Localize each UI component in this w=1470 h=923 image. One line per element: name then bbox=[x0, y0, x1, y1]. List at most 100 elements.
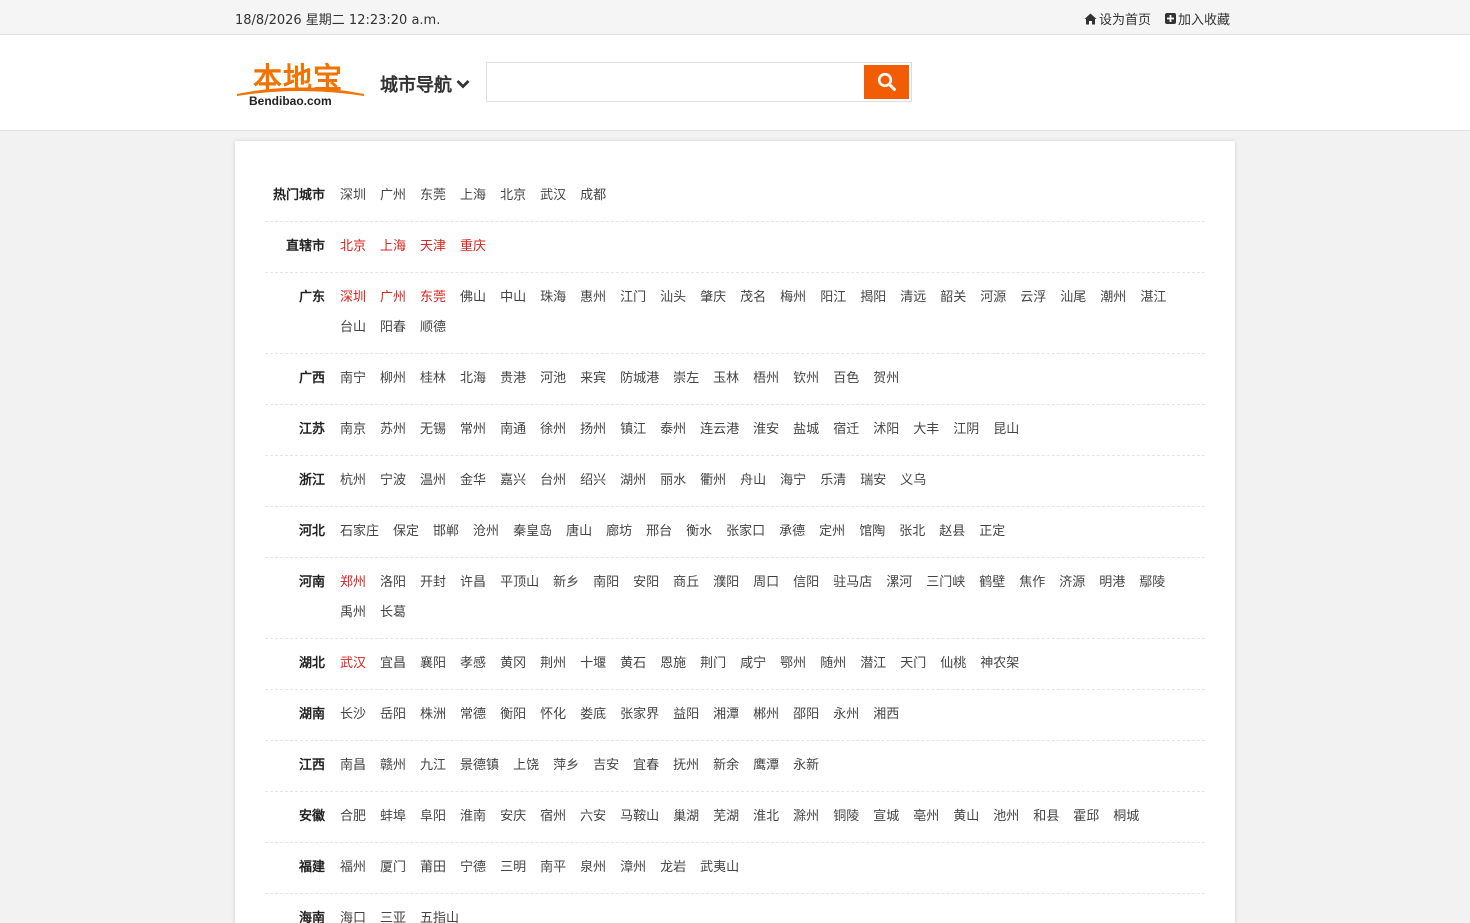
city-link[interactable]: 江门 bbox=[620, 283, 646, 313]
city-link[interactable]: 南阳 bbox=[593, 568, 619, 598]
city-link[interactable]: 平顶山 bbox=[500, 568, 539, 598]
city-link[interactable]: 阳江 bbox=[820, 283, 846, 313]
city-link[interactable]: 亳州 bbox=[913, 802, 939, 832]
city-link[interactable]: 荆门 bbox=[700, 649, 726, 679]
city-link[interactable]: 邵阳 bbox=[793, 700, 819, 730]
city-link[interactable]: 武夷山 bbox=[700, 853, 739, 883]
city-link[interactable]: 长沙 bbox=[340, 700, 366, 730]
city-link[interactable]: 贵港 bbox=[500, 364, 526, 394]
city-link[interactable]: 石家庄 bbox=[340, 517, 379, 547]
city-link[interactable]: 焦作 bbox=[1019, 568, 1045, 598]
city-link[interactable]: 梧州 bbox=[753, 364, 779, 394]
city-link[interactable]: 张家界 bbox=[620, 700, 659, 730]
city-link[interactable]: 咸宁 bbox=[740, 649, 766, 679]
city-link[interactable]: 玉林 bbox=[713, 364, 739, 394]
city-link[interactable]: 南平 bbox=[540, 853, 566, 883]
city-link[interactable]: 盐城 bbox=[793, 415, 819, 445]
city-link[interactable]: 揭阳 bbox=[860, 283, 886, 313]
city-link[interactable]: 淮南 bbox=[460, 802, 486, 832]
city-link[interactable]: 抚州 bbox=[673, 751, 699, 781]
city-link[interactable]: 台山 bbox=[340, 313, 366, 343]
city-link[interactable]: 东莞 bbox=[420, 283, 446, 313]
city-link[interactable]: 义乌 bbox=[900, 466, 926, 496]
city-link[interactable]: 绍兴 bbox=[580, 466, 606, 496]
city-link[interactable]: 泰州 bbox=[660, 415, 686, 445]
bookmark-link[interactable]: 加入收藏 bbox=[1164, 9, 1230, 28]
city-link[interactable]: 扬州 bbox=[580, 415, 606, 445]
city-link[interactable]: 赣州 bbox=[380, 751, 406, 781]
city-link[interactable]: 贺州 bbox=[873, 364, 899, 394]
city-link[interactable]: 漯河 bbox=[886, 568, 912, 598]
city-link[interactable]: 黄冈 bbox=[500, 649, 526, 679]
city-link[interactable]: 南京 bbox=[340, 415, 366, 445]
city-link[interactable]: 十堰 bbox=[580, 649, 606, 679]
city-link[interactable]: 永州 bbox=[833, 700, 859, 730]
city-link[interactable]: 百色 bbox=[833, 364, 859, 394]
city-link[interactable]: 新乡 bbox=[553, 568, 579, 598]
city-link[interactable]: 恩施 bbox=[660, 649, 686, 679]
city-link[interactable]: 南昌 bbox=[340, 751, 366, 781]
city-link[interactable]: 铜陵 bbox=[833, 802, 859, 832]
city-link[interactable]: 张北 bbox=[899, 517, 925, 547]
city-link[interactable]: 三明 bbox=[500, 853, 526, 883]
city-link[interactable]: 邯郸 bbox=[433, 517, 459, 547]
city-link[interactable]: 开封 bbox=[420, 568, 446, 598]
city-link[interactable]: 赵县 bbox=[939, 517, 965, 547]
city-link[interactable]: 沧州 bbox=[473, 517, 499, 547]
city-link[interactable]: 宜春 bbox=[633, 751, 659, 781]
city-link[interactable]: 永新 bbox=[793, 751, 819, 781]
search-button[interactable] bbox=[864, 65, 909, 99]
city-link[interactable]: 钦州 bbox=[793, 364, 819, 394]
city-link[interactable]: 连云港 bbox=[700, 415, 739, 445]
city-link[interactable]: 河源 bbox=[980, 283, 1006, 313]
city-link[interactable]: 茂名 bbox=[740, 283, 766, 313]
city-link[interactable]: 桐城 bbox=[1113, 802, 1139, 832]
city-link[interactable]: 武汉 bbox=[540, 181, 566, 211]
city-link[interactable]: 五指山 bbox=[420, 904, 459, 923]
city-link[interactable]: 黄石 bbox=[620, 649, 646, 679]
city-link[interactable]: 驻马店 bbox=[833, 568, 872, 598]
city-link[interactable]: 常德 bbox=[460, 700, 486, 730]
city-link[interactable]: 中山 bbox=[500, 283, 526, 313]
city-link[interactable]: 韶关 bbox=[940, 283, 966, 313]
city-link[interactable]: 东莞 bbox=[420, 181, 446, 211]
city-link[interactable]: 丽水 bbox=[660, 466, 686, 496]
city-link[interactable]: 济源 bbox=[1059, 568, 1085, 598]
city-link[interactable]: 马鞍山 bbox=[620, 802, 659, 832]
city-link[interactable]: 阜阳 bbox=[420, 802, 446, 832]
city-link[interactable]: 宿州 bbox=[540, 802, 566, 832]
city-link[interactable]: 郴州 bbox=[753, 700, 779, 730]
city-link[interactable]: 唐山 bbox=[566, 517, 592, 547]
city-link[interactable]: 鹤壁 bbox=[979, 568, 1005, 598]
city-link[interactable]: 北京 bbox=[500, 181, 526, 211]
city-link[interactable]: 芜湖 bbox=[713, 802, 739, 832]
city-link[interactable]: 萍乡 bbox=[553, 751, 579, 781]
city-link[interactable]: 鹰潭 bbox=[753, 751, 779, 781]
city-link[interactable]: 鄢陵 bbox=[1139, 568, 1165, 598]
city-link[interactable]: 福州 bbox=[340, 853, 366, 883]
city-link[interactable]: 海口 bbox=[340, 904, 366, 923]
city-link[interactable]: 宁波 bbox=[380, 466, 406, 496]
city-link[interactable]: 镇江 bbox=[620, 415, 646, 445]
city-link[interactable]: 梅州 bbox=[780, 283, 806, 313]
search-input[interactable] bbox=[487, 63, 863, 101]
city-link[interactable]: 黄山 bbox=[953, 802, 979, 832]
city-link[interactable]: 秦皇岛 bbox=[513, 517, 552, 547]
city-link[interactable]: 汕尾 bbox=[1060, 283, 1086, 313]
city-link[interactable]: 九江 bbox=[420, 751, 446, 781]
city-link[interactable]: 南通 bbox=[500, 415, 526, 445]
city-link[interactable]: 台州 bbox=[540, 466, 566, 496]
city-link[interactable]: 神农架 bbox=[980, 649, 1019, 679]
city-link[interactable]: 娄底 bbox=[580, 700, 606, 730]
city-link[interactable]: 馆陶 bbox=[859, 517, 885, 547]
city-link[interactable]: 吉安 bbox=[593, 751, 619, 781]
city-link[interactable]: 衡阳 bbox=[500, 700, 526, 730]
city-link[interactable]: 宿迁 bbox=[833, 415, 859, 445]
city-link[interactable]: 正定 bbox=[979, 517, 1005, 547]
city-link[interactable]: 上海 bbox=[460, 181, 486, 211]
city-link[interactable]: 景德镇 bbox=[460, 751, 499, 781]
city-link[interactable]: 惠州 bbox=[580, 283, 606, 313]
city-link[interactable]: 淮北 bbox=[753, 802, 779, 832]
city-link[interactable]: 南宁 bbox=[340, 364, 366, 394]
city-link[interactable]: 厦门 bbox=[380, 853, 406, 883]
